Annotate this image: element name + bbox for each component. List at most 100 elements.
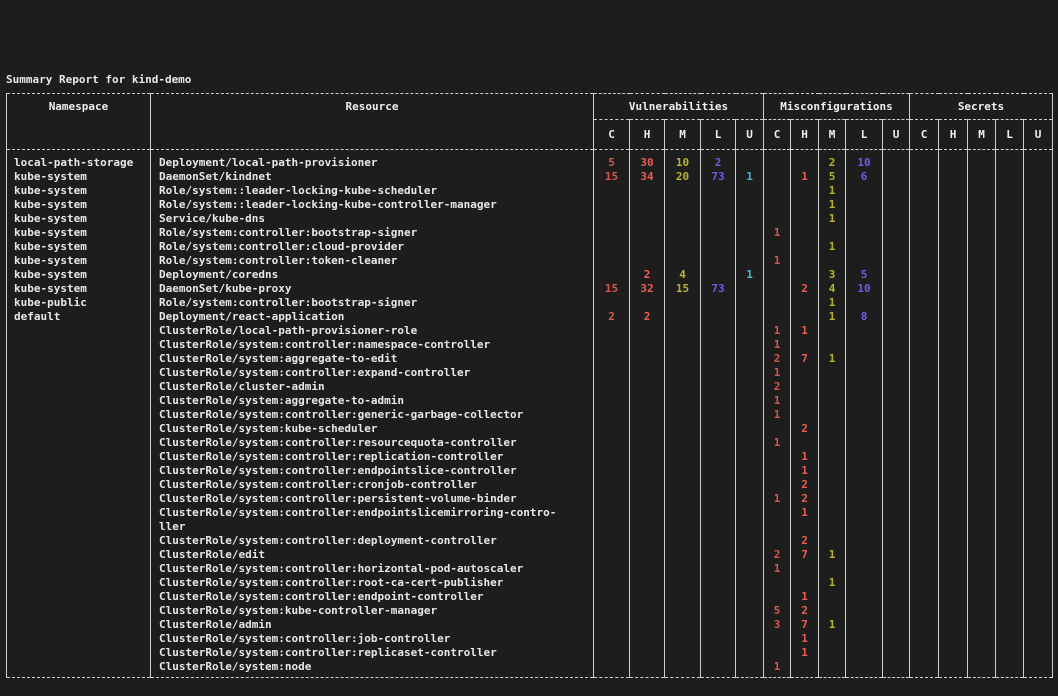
secrets-count-cell: [968, 240, 996, 254]
vuln-count-cell: [701, 548, 736, 562]
vuln-count-cell: [665, 296, 701, 310]
vuln-count-cell: [594, 506, 630, 534]
misc-count-cell: [846, 604, 883, 618]
misc-count-cell: [846, 450, 883, 464]
vuln-count-cell: [736, 492, 764, 506]
terminal-window[interactable]: ● kind-demo in trivy-demo on ?main [❯ tr…: [0, 0, 1058, 696]
misc-count-cell: [883, 212, 910, 226]
secrets-count-cell: [1024, 618, 1053, 632]
vuln-count-cell: [665, 478, 701, 492]
misc-count-cell: [819, 464, 846, 478]
vuln-count-cell: [736, 394, 764, 408]
vuln-count-cell: [665, 576, 701, 590]
subcol-secrets-critical: C: [910, 120, 939, 150]
vuln-count-cell: [594, 478, 630, 492]
secrets-count-cell: [910, 198, 939, 212]
secrets-count-cell: [939, 254, 968, 268]
secrets-count-cell: [939, 380, 968, 394]
misc-count-cell: [846, 632, 883, 646]
misc-count-cell: [791, 240, 819, 254]
secrets-count-cell: [1024, 464, 1053, 478]
secrets-count-cell: [939, 534, 968, 548]
misc-count-cell: 2: [764, 380, 791, 394]
namespace-cell: [7, 450, 151, 464]
secrets-count-cell: [910, 282, 939, 296]
secrets-count-cell: [939, 604, 968, 618]
secrets-count-cell: [968, 408, 996, 422]
secrets-count-cell: [939, 464, 968, 478]
secrets-count-cell: [968, 310, 996, 324]
misc-count-cell: [846, 338, 883, 352]
namespace-cell: [7, 492, 151, 506]
vuln-count-cell: 34: [630, 170, 665, 184]
misc-count-cell: [791, 576, 819, 590]
vuln-count-cell: [701, 226, 736, 240]
namespace-cell: [7, 380, 151, 394]
secrets-count-cell: [1024, 548, 1053, 562]
command-line: [❯ trivy k8s --report summary cluster: [6, 17, 1058, 31]
secrets-count-cell: [1024, 632, 1053, 646]
vuln-count-cell: [701, 254, 736, 268]
vuln-count-cell: [594, 576, 630, 590]
misc-count-cell: [846, 380, 883, 394]
vuln-count-cell: [594, 632, 630, 646]
vuln-count-cell: [594, 534, 630, 548]
severity-legend: Severities: C=CRITICAL H=HIGH M=MEDIUM L…: [6, 690, 1058, 696]
secrets-count-cell: [1024, 492, 1053, 506]
misc-count-cell: [883, 408, 910, 422]
secrets-count-cell: [939, 310, 968, 324]
secrets-count-cell: [1024, 660, 1053, 678]
vuln-count-cell: [736, 184, 764, 198]
resource-cell: ClusterRole/system:kube-scheduler: [151, 422, 594, 436]
resource-cell: ClusterRole/system:controller:deployment…: [151, 534, 594, 548]
secrets-count-cell: [996, 212, 1024, 226]
table-row: ClusterRole/system:aggregate-to-edit271: [7, 352, 1053, 366]
vuln-count-cell: [736, 506, 764, 534]
vuln-count-cell: [736, 380, 764, 394]
vuln-count-cell: 10: [665, 150, 701, 171]
misc-count-cell: [883, 492, 910, 506]
misc-count-cell: [764, 296, 791, 310]
secrets-count-cell: [939, 450, 968, 464]
secrets-count-cell: [996, 226, 1024, 240]
misc-count-cell: [846, 394, 883, 408]
table-row: kube-systemRole/system:controller:cloud-…: [7, 240, 1053, 254]
secrets-count-cell: [1024, 422, 1053, 436]
vuln-count-cell: 2: [701, 150, 736, 171]
namespace-cell: [7, 660, 151, 678]
resource-cell: ClusterRole/system:aggregate-to-admin: [151, 394, 594, 408]
vuln-count-cell: [630, 464, 665, 478]
vuln-count-cell: [701, 646, 736, 660]
secrets-count-cell: [1024, 338, 1053, 352]
vuln-count-cell: [665, 184, 701, 198]
vuln-count-cell: [594, 352, 630, 366]
vuln-count-cell: [736, 212, 764, 226]
resource-cell: Service/kube-dns: [151, 212, 594, 226]
vuln-count-cell: [630, 212, 665, 226]
secrets-count-cell: [968, 394, 996, 408]
misc-count-cell: 1: [791, 506, 819, 534]
subcol-secrets-high: H: [939, 120, 968, 150]
secrets-count-cell: [996, 352, 1024, 366]
vuln-count-cell: [630, 576, 665, 590]
resource-cell: ClusterRole/system:controller:cronjob-co…: [151, 478, 594, 492]
secrets-count-cell: [939, 590, 968, 604]
misc-count-cell: [883, 562, 910, 576]
vuln-count-cell: [665, 380, 701, 394]
resource-cell: ClusterRole/system:controller:replicaset…: [151, 646, 594, 660]
secrets-count-cell: [996, 240, 1024, 254]
misc-count-cell: [846, 296, 883, 310]
vuln-count-cell: [736, 282, 764, 296]
vuln-count-cell: [665, 366, 701, 380]
namespace-cell: [7, 352, 151, 366]
secrets-count-cell: [939, 618, 968, 632]
secrets-count-cell: [939, 660, 968, 678]
secrets-count-cell: [910, 478, 939, 492]
namespace-cell: kube-system: [7, 212, 151, 226]
secrets-count-cell: [996, 464, 1024, 478]
vuln-count-cell: [701, 506, 736, 534]
resource-cell: ClusterRole/system:controller:namespace-…: [151, 338, 594, 352]
namespace-cell: [7, 534, 151, 548]
resource-cell: Role/system:controller:bootstrap-signer: [151, 296, 594, 310]
secrets-count-cell: [968, 450, 996, 464]
